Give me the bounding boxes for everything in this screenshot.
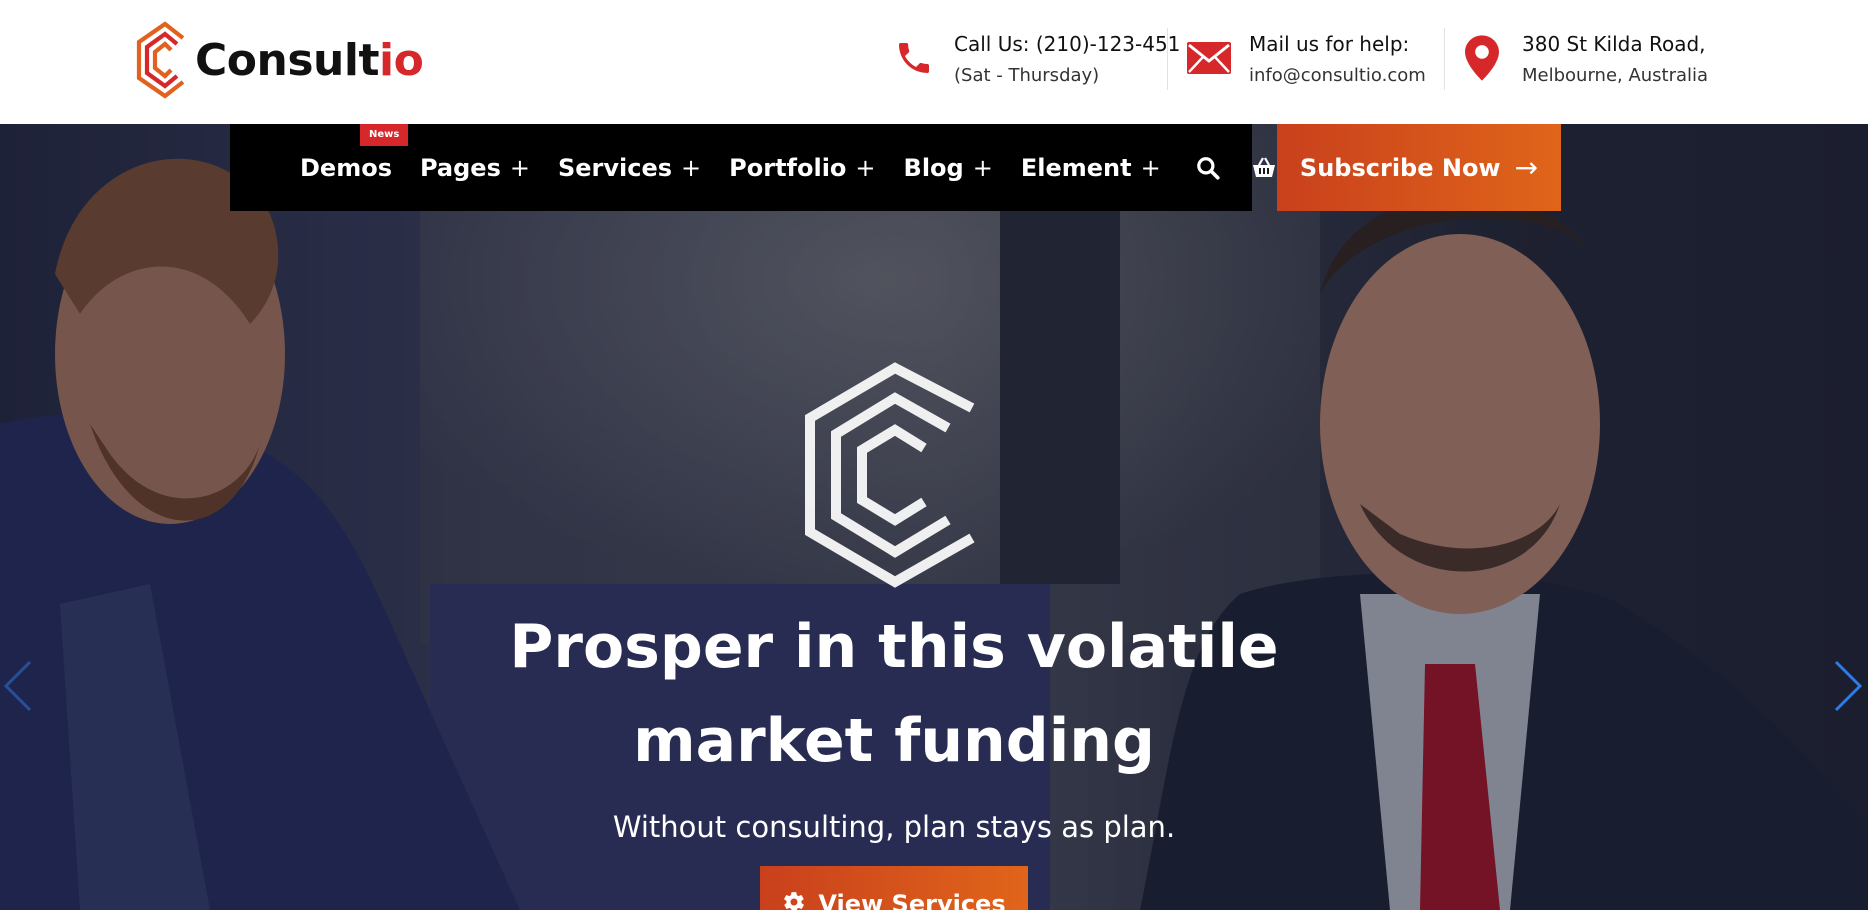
view-services-label: View Services bbox=[818, 890, 1006, 910]
mail-address[interactable]: info@consultio.com bbox=[1249, 60, 1426, 92]
gear-icon bbox=[782, 890, 806, 910]
contact-phone[interactable]: Call Us: (210)-123-451 (Sat - Thursday) bbox=[890, 28, 1180, 92]
plus-icon: + bbox=[972, 153, 993, 182]
slider-prev-arrow-icon[interactable] bbox=[0, 654, 36, 718]
nav-label: Demos bbox=[300, 153, 392, 182]
nav-label: Services bbox=[557, 153, 673, 182]
nav-item-services[interactable]: Services + bbox=[558, 154, 701, 182]
nav-item-blog[interactable]: Blog + bbox=[904, 154, 993, 182]
search-icon[interactable] bbox=[1195, 153, 1221, 183]
logo-mark-icon bbox=[136, 21, 185, 99]
nav-item-demos[interactable]: Demos News bbox=[300, 123, 409, 182]
subscribe-now-button[interactable]: Subscribe Now → bbox=[1277, 124, 1561, 211]
arrow-right-icon: → bbox=[1514, 151, 1539, 184]
nav-label: Element bbox=[1020, 153, 1132, 182]
basket-icon[interactable] bbox=[1251, 153, 1277, 183]
plus-icon: + bbox=[509, 153, 530, 182]
plus-icon: + bbox=[855, 153, 876, 182]
phone-icon bbox=[890, 34, 938, 82]
mail-label: Mail us for help: bbox=[1249, 32, 1410, 56]
nav-item-element[interactable]: Element + bbox=[1021, 154, 1161, 182]
view-services-button[interactable]: View Services bbox=[760, 866, 1028, 910]
brand-logo[interactable]: Consultio bbox=[133, 18, 424, 102]
nav-label: Portfolio bbox=[729, 153, 847, 182]
phone-label: Call Us: (210)-123-451 bbox=[954, 32, 1181, 56]
main-nav: Demos News Pages + Services + Portfolio … bbox=[230, 123, 1275, 211]
hero-title-line1: Prosper in this volatile bbox=[509, 612, 1279, 682]
hero-logo-mark-icon bbox=[805, 362, 975, 588]
contact-location[interactable]: 380 St Kilda Road, Melbourne, Australia bbox=[1458, 28, 1708, 92]
nav-item-pages[interactable]: Pages + bbox=[420, 154, 530, 182]
hero-title: Prosper in this volatile market funding bbox=[434, 600, 1354, 788]
nav-label: Pages bbox=[419, 153, 501, 182]
slider-next-arrow-icon[interactable] bbox=[1830, 654, 1866, 718]
plus-icon: + bbox=[681, 153, 702, 182]
hero-title-line2: market funding bbox=[633, 706, 1155, 776]
brand-name: Consultio bbox=[195, 34, 424, 86]
nav-item-portfolio[interactable]: Portfolio + bbox=[729, 154, 875, 182]
divider bbox=[1167, 28, 1168, 90]
contact-mail[interactable]: Mail us for help: info@consultio.com bbox=[1185, 28, 1426, 92]
address-line2: Melbourne, Australia bbox=[1522, 65, 1709, 86]
mail-icon bbox=[1185, 34, 1233, 82]
news-badge: News bbox=[360, 123, 409, 146]
plus-icon: + bbox=[1140, 153, 1161, 182]
subscribe-label: Subscribe Now bbox=[1299, 153, 1501, 182]
phone-hours: (Sat - Thursday) bbox=[954, 65, 1100, 86]
address-line1: 380 St Kilda Road, bbox=[1522, 32, 1706, 56]
map-pin-icon bbox=[1458, 34, 1506, 82]
top-header: Consultio Call Us: (210)-123-451 (Sat - … bbox=[0, 0, 1868, 124]
nav-label: Blog bbox=[903, 153, 964, 182]
hero-subtitle: Without consulting, plan stays as plan. bbox=[612, 810, 1176, 844]
divider bbox=[1444, 28, 1445, 90]
